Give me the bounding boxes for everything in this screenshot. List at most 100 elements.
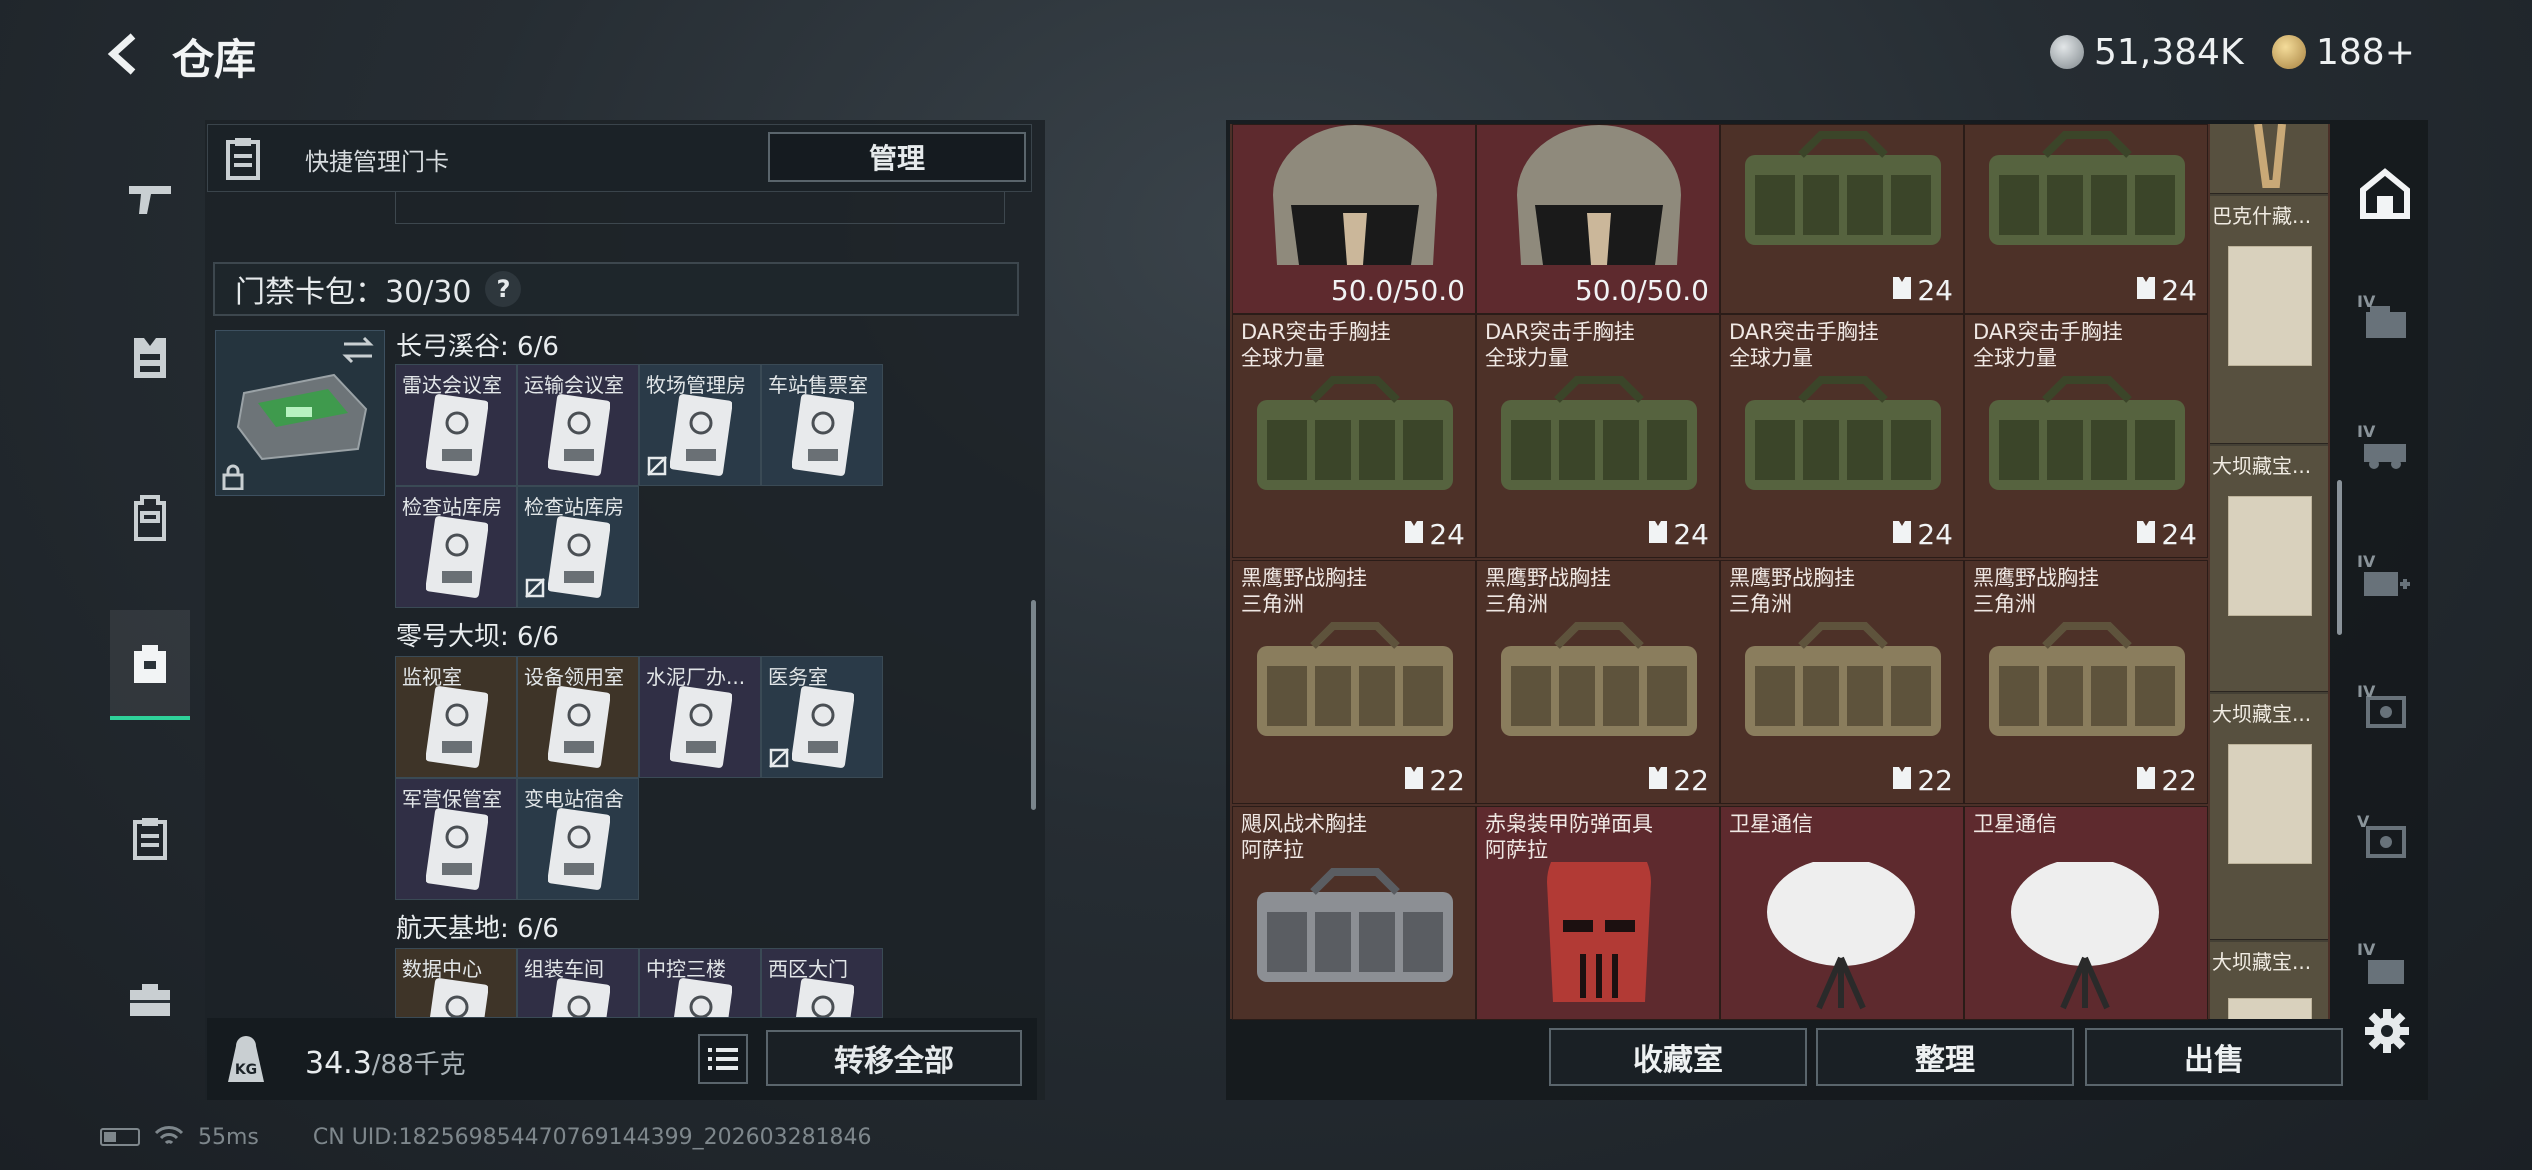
keycard-slot[interactable]: 变电站宿舍 [517, 778, 639, 900]
manage-button[interactable]: 管理 [768, 132, 1026, 182]
keycard-slot[interactable]: 西区大门 [761, 948, 883, 1018]
group-title: 长弓溪谷: 6/6 [396, 332, 559, 362]
keycard-slot[interactable]: 雷达会议室 [395, 364, 517, 486]
rail-stash-home[interactable] [2353, 162, 2417, 226]
stash-item[interactable]: DAR突击手胸挂 全球力量 24 [1476, 314, 1720, 558]
keycard-icon [425, 393, 489, 481]
armor-vest-icon [1891, 274, 1913, 307]
transfer-all-button[interactable]: 转移全部 [766, 1030, 1022, 1086]
map-item[interactable]: 巴克什藏... [2210, 196, 2328, 444]
stash-item-count: 24 [2135, 274, 2197, 307]
sort-button[interactable]: 整理 [1816, 1028, 2074, 1086]
rail-item-warehouse[interactable] [110, 610, 190, 720]
keycard-slot[interactable]: 设备领用室 [517, 656, 639, 778]
right-container-rail: IV IV IV IV V IV [2345, 130, 2425, 1050]
battery-icon [100, 1128, 140, 1146]
help-icon[interactable]: ? [485, 271, 522, 307]
keycard-slot[interactable]: 车站售票室 [761, 364, 883, 486]
stash-item[interactable]: DAR突击手胸挂 全球力量 24 [1232, 314, 1476, 558]
keycard-icon [791, 685, 855, 773]
tier-label: IV [2357, 422, 2376, 441]
keycard-scrollbar[interactable] [1031, 600, 1036, 810]
keycard-label: 组装车间 [524, 957, 604, 981]
rail-item-clipboard[interactable] [110, 798, 190, 878]
swap-icon[interactable] [340, 334, 376, 370]
keycard-slot[interactable]: 水泥厂办... [639, 656, 761, 778]
stash-item-count-value: 22 [2161, 764, 2197, 797]
map-item-name: 大坝藏宝... [2212, 702, 2312, 726]
keycard-slot[interactable]: 军营保管室 [395, 778, 517, 900]
keycard-slot[interactable]: 医务室 [761, 656, 883, 778]
rail-item-toolbox[interactable] [110, 960, 190, 1040]
stash-item-name: DAR突击手胸挂 全球力量 [1729, 320, 1879, 370]
stash-item-count-value: 22 [1429, 764, 1465, 797]
rail-container-4[interactable]: IV [2353, 678, 2417, 742]
stash-item[interactable]: 黑鹰野战胸挂 三角洲 22 [1476, 560, 1720, 804]
weight-icon: KG [218, 1032, 274, 1088]
rail-container-1[interactable]: IV [2353, 288, 2417, 352]
rail-container-5[interactable]: V [2353, 808, 2417, 872]
stash-item[interactable]: 24 [1964, 124, 2208, 314]
rail-container-3[interactable]: IV [2353, 548, 2417, 612]
map-icon [2228, 246, 2312, 366]
stash-item-count-value: 24 [2161, 518, 2197, 551]
stash-item[interactable]: 24 [1720, 124, 1964, 314]
strap-item[interactable] [2210, 124, 2328, 194]
keycard-label: 设备领用室 [524, 665, 624, 689]
currency-gold[interactable]: 188+ [2272, 30, 2415, 74]
stash-item[interactable]: 卫星通信 [1720, 806, 1964, 1020]
map-item[interactable]: 大坝藏宝... [2210, 446, 2328, 692]
armor-vest-icon [1403, 764, 1425, 797]
sell-button[interactable]: 出售 [2085, 1028, 2343, 1086]
keycard-label: 牧场管理房 [646, 373, 746, 397]
stash-item[interactable]: 50.0/50.0 [1476, 124, 1720, 314]
stash-item[interactable]: 50.0/50.0 [1232, 124, 1476, 314]
keycard-slot[interactable]: 数据中心 [395, 948, 517, 1018]
keycard-slot[interactable]: 监视室 [395, 656, 517, 778]
rail-item-backpack[interactable] [110, 478, 190, 558]
stash-item[interactable]: 黑鹰野战胸挂 三角洲 22 [1964, 560, 2208, 804]
keycard-label: 检查站库房 [402, 495, 502, 519]
armor-vest-icon [1647, 764, 1669, 797]
strap-item-icon [2254, 124, 2286, 188]
settings-button[interactable] [2362, 1006, 2412, 1056]
back-button[interactable] [95, 26, 155, 82]
tier-label: V [2357, 812, 2370, 831]
rig-tan-icon [1731, 616, 1953, 761]
rig-green-icon [1731, 125, 1953, 271]
armor-vest-icon [1403, 518, 1425, 551]
stash-item[interactable]: DAR突击手胸挂 全球力量 24 [1720, 314, 1964, 558]
keycard-slot[interactable]: 检查站库房 [395, 486, 517, 608]
keycard-slot[interactable]: 牧场管理房 [639, 364, 761, 486]
stash-item[interactable]: 黑鹰野战胸挂 三角洲 22 [1720, 560, 1964, 804]
list-view-button[interactable] [698, 1034, 748, 1084]
rail-item-armor[interactable] [110, 318, 190, 398]
stash-item-count: 22 [1403, 764, 1465, 797]
no-trade-icon [646, 455, 668, 481]
stash-item[interactable]: 卫星通信 [1964, 806, 2208, 1020]
stash-item[interactable]: 黑鹰野战胸挂 三角洲 22 [1232, 560, 1476, 804]
weight-readout: 34.3/88千克 [305, 1044, 466, 1081]
armor-vest-icon [2135, 274, 2157, 307]
group-title: 零号大坝: 6/6 [396, 622, 559, 652]
keycard-slot[interactable]: 中控三楼 [639, 948, 761, 1018]
stash-item[interactable]: DAR突击手胸挂 全球力量 24 [1964, 314, 2208, 558]
keycard-slot[interactable]: 组装车间 [517, 948, 639, 1018]
stash-item[interactable]: 赤枭装甲防弹面具 阿萨拉 [1476, 806, 1720, 1020]
collection-room-button[interactable]: 收藏室 [1549, 1028, 1807, 1086]
keycard-slot[interactable]: 检查站库房 [517, 486, 639, 608]
map-item[interactable]: 大坝藏宝... [2210, 694, 2328, 940]
map-item-name: 大坝藏宝... [2212, 950, 2312, 974]
mask-icon [1487, 830, 1709, 1002]
rail-container-6[interactable]: IV [2353, 936, 2417, 1000]
keycard-slot[interactable]: 运输会议室 [517, 364, 639, 486]
keycard-icon [669, 393, 733, 481]
rail-item-weapons[interactable] [110, 158, 190, 238]
map-item-name: 大坝藏宝... [2212, 454, 2312, 478]
stash-item[interactable]: 飓风战术胸挂 阿萨拉 [1232, 806, 1476, 1020]
rail-container-2[interactable]: IV [2353, 418, 2417, 482]
stash-item-count-value: 24 [1673, 518, 1709, 551]
armor-vest-icon [1891, 764, 1913, 797]
map-item[interactable]: 大坝藏宝... [2210, 942, 2328, 1019]
stash-scrollbar[interactable] [2337, 480, 2342, 635]
